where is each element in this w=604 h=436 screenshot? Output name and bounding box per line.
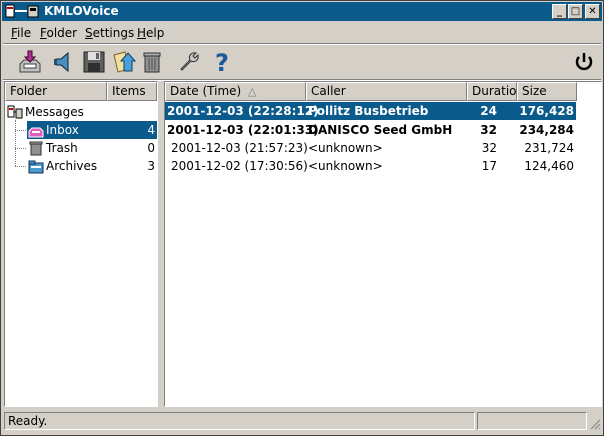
tree-connector [15, 148, 26, 149]
resize-grip-icon[interactable] [589, 418, 601, 430]
tree-item-trash[interactable]: Trash 0 [27, 139, 157, 157]
maximize-button[interactable]: □ [568, 4, 583, 19]
message-caller: <unknown> [308, 159, 383, 173]
message-size: 234,284 [519, 123, 574, 137]
download-icon [19, 50, 41, 73]
message-date: 2001-12-02 (17:30:56) [171, 159, 308, 173]
play-button[interactable] [50, 49, 76, 75]
save-disk-icon [83, 51, 105, 73]
message-date: 2001-12-03 (21:57:23) [171, 141, 308, 155]
menu-settings[interactable]: Settings [85, 26, 134, 40]
date-column-header[interactable]: Date (Time) △ [165, 82, 306, 101]
message-duration: 32 [481, 141, 497, 155]
status-text: Ready. [8, 414, 48, 428]
export-icon [113, 51, 137, 73]
message-size: 231,724 [524, 141, 574, 155]
message-caller: <unknown> [308, 141, 383, 155]
date-header-label: Date (Time) [170, 84, 242, 98]
menu-help[interactable]: Help [137, 26, 164, 40]
settings-button[interactable] [176, 49, 202, 75]
tree-item-label: Inbox [46, 123, 79, 137]
window-title: KMLOVoice [44, 4, 119, 18]
application-window: KMLOVoice _ □ ✕ File Folder Settings Hel… [0, 0, 604, 436]
tree-item-count: 0 [147, 141, 155, 155]
download-button[interactable] [17, 49, 43, 75]
menu-file-label: ile [17, 26, 32, 40]
maximize-icon: □ [570, 6, 581, 17]
help-button[interactable]: ? [209, 49, 235, 77]
tree-connector [15, 166, 26, 167]
size-column-header[interactable]: Size [517, 82, 577, 101]
tree-item-count: 4 [147, 123, 155, 137]
message-row[interactable]: 2001-12-03 (22:01:33) DANISCO Seed GmbH … [165, 121, 576, 139]
inbox-icon [28, 127, 44, 138]
power-button[interactable] [571, 49, 597, 75]
messages-icon [7, 105, 23, 119]
status-bar: Ready. [4, 412, 475, 430]
message-row[interactable]: 2001-12-03 (21:57:23) <unknown> 32 231,7… [165, 139, 576, 157]
message-size: 176,428 [519, 104, 574, 118]
tree-item-label: Trash [46, 141, 78, 155]
menu-file[interactable]: File [11, 26, 31, 40]
menu-folder-label: older [46, 26, 78, 40]
power-icon [575, 53, 593, 71]
sort-ascending-icon: △ [248, 85, 257, 98]
archive-folder-icon [28, 160, 44, 174]
speaker-icon [54, 51, 69, 73]
message-date: 2001-12-03 (22:28:12) [167, 104, 319, 118]
message-row[interactable]: 2001-12-02 (17:30:56) <unknown> 17 124,4… [165, 157, 576, 175]
svg-text:?: ? [215, 49, 229, 75]
message-list-pane: Date (Time) △ Caller Duration Size 2001-… [164, 81, 602, 407]
menu-bar: File Folder Settings Help [3, 23, 601, 43]
tree-connector [15, 120, 16, 166]
caller-column-header[interactable]: Caller [306, 82, 467, 101]
close-button[interactable]: ✕ [585, 4, 600, 19]
wrench-icon [180, 52, 199, 71]
menu-help-label: elp [146, 26, 165, 40]
menu-settings-label: ettings [92, 26, 135, 40]
tree-item-count: 3 [147, 159, 155, 173]
tree-item-archives[interactable]: Archives 3 [27, 157, 157, 175]
minimize-button[interactable]: _ [552, 4, 567, 19]
title-bar[interactable]: KMLOVoice _ □ ✕ [2, 2, 602, 21]
message-row[interactable]: 2001-12-03 (22:28:12) Pollitz Busbetrieb… [165, 102, 576, 120]
tree-item-label: Archives [46, 159, 98, 173]
message-size: 124,460 [524, 159, 574, 173]
delete-button[interactable] [139, 49, 165, 75]
close-icon: ✕ [588, 6, 597, 17]
tree-connector [15, 130, 26, 131]
save-button[interactable] [81, 49, 107, 75]
message-duration: 17 [481, 159, 497, 173]
folder-column-header[interactable]: Folder [5, 82, 107, 101]
trash-icon [143, 52, 161, 73]
message-caller: Pollitz Busbetrieb [308, 104, 429, 118]
message-duration: 32 [480, 123, 497, 137]
menu-settings-mnemonic: S [85, 26, 93, 40]
menu-folder[interactable]: Folder [40, 26, 77, 40]
menu-help-mnemonic: H [137, 26, 147, 40]
help-icon: ? [215, 49, 229, 77]
tree-root-label: Messages [25, 105, 84, 119]
items-column-header[interactable]: Items [107, 82, 157, 101]
trash-folder-icon [29, 141, 43, 156]
status-bar-section [477, 412, 587, 430]
folder-tree-pane: Folder Items Messages Inbox 4 Trash 0 Ar… [4, 81, 158, 407]
message-date: 2001-12-03 (22:01:33) [167, 123, 319, 137]
minimize-icon: _ [557, 6, 562, 17]
tree-item-inbox[interactable]: Inbox 4 [27, 121, 157, 139]
message-duration: 24 [480, 104, 497, 118]
app-fax-icon[interactable] [5, 4, 39, 19]
toolbar: ? [3, 45, 601, 79]
duration-column-header[interactable]: Duration [467, 82, 517, 101]
message-caller: DANISCO Seed GmbH [308, 123, 453, 137]
export-button[interactable] [111, 49, 137, 75]
